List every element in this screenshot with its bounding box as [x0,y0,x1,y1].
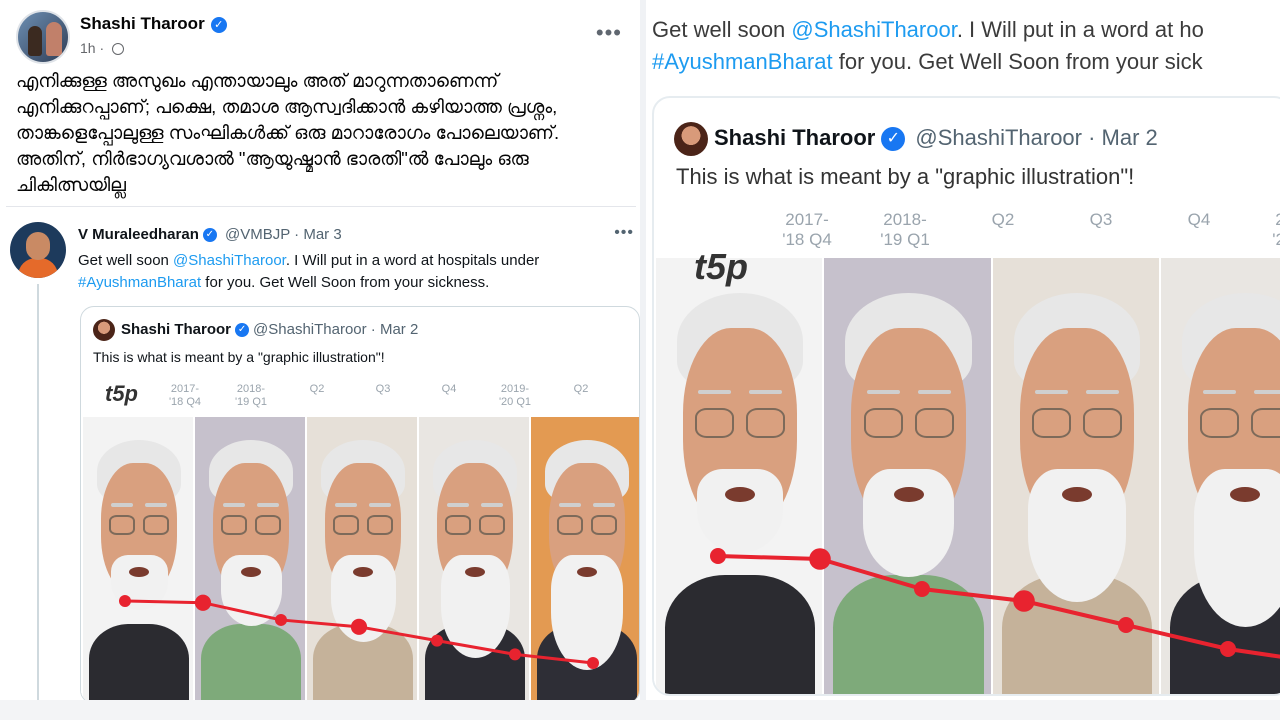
post-meta: 1h · [80,40,125,56]
author-name-row: Shashi Tharoor ✓ [80,14,227,34]
verified-icon: ✓ [210,16,227,33]
quoted-author-name[interactable]: Shashi Tharoor [121,321,231,338]
zoomed-view: Get well soon @ShashiTharoor. I Will put… [640,0,1280,720]
tweet-author-avatar[interactable] [10,222,66,278]
verified-icon: ✓ [202,228,217,243]
trend-point [1013,590,1035,612]
zoomed-quoted-avatar[interactable] [674,122,708,156]
tweet-more-icon[interactable]: ••• [614,224,634,242]
trend-line-svg [119,594,599,669]
post-header: Shashi Tharoor ✓ 1h · ••• [16,8,626,64]
zoomed-quoted-author-name[interactable]: Shashi Tharoor [714,125,875,150]
quoted-handle-date: @ShashiTharoor · Mar 2 [253,320,419,338]
trend-point [509,648,521,661]
trend-point [1118,617,1134,633]
trend-point [1220,641,1236,657]
tweet-text-mid: . I Will put in a word at hospitals unde… [285,252,540,269]
hashtag-link[interactable]: #AyushmanBharat [78,274,201,291]
facebook-post: Shashi Tharoor ✓ 1h · ••• എനിക്കുള്ള അസുഖ… [0,0,640,720]
zoomed-quoted-header: Shashi Tharoor ✓ @ShashiTharoor · Mar 2 [674,122,1158,156]
tweet-text-pre: Get well soon [78,252,174,269]
zoomed-hashtag-link[interactable]: #AyushmanBharat [652,49,833,74]
quoted-header: Shashi Tharoor ✓ @ShashiTharoor · Mar 2 [93,319,418,341]
trend-point [194,594,212,611]
zoomed-mention-link[interactable]: @ShashiTharoor [791,17,956,42]
post-more-menu-icon[interactable]: ••• [596,20,622,46]
zoomed-quoted-text: This is what is meant by a "graphic illu… [676,164,1135,189]
author-avatar[interactable] [16,10,70,64]
tweet-author-name[interactable]: V Muraleedharan [78,226,199,243]
trend-line-svg [710,548,1280,659]
trend-point [119,595,131,607]
trend-line [717,554,1280,659]
zoomed-growth-chart: 2017- '18 Q42018- '19 Q1Q2Q3Q42019- '20 … [654,210,1280,694]
quoted-author-avatar[interactable] [93,319,115,341]
zoomed-quoted-tweet[interactable]: Shashi Tharoor ✓ @ShashiTharoor · Mar 2 Th… [652,96,1280,696]
verified-icon: ✓ [881,127,906,151]
trend-point [914,581,930,597]
verified-icon: ✓ [235,323,250,337]
mention-link[interactable]: @ShashiTharoor [173,252,286,269]
bottom-strip [0,700,1280,720]
quoted-tweet[interactable]: Shashi Tharoor ✓ @ShashiTharoor · Mar 2 Th… [80,306,640,704]
thread-line [37,284,39,718]
trend-point [809,548,831,570]
trend-point [431,634,443,647]
trend-point [587,657,599,669]
tweet-text-post: for you. Get Well Soon from your sicknes… [201,274,490,291]
divider [6,206,636,207]
trend-point [350,618,368,635]
zoomed-quoted-handle-date: @ShashiTharoor · Mar 2 [915,124,1158,150]
tweet-header: V Muraleedharan ✓ @VMBJP · Mar 3 [78,226,342,243]
quoted-text: This is what is meant by a "graphic illu… [93,349,385,365]
zoomed-text-pre: Get well soon [652,17,792,42]
tweet-handle-date: @VMBJP · Mar 3 [225,226,342,243]
globe-icon [112,43,125,56]
zoomed-text-line2: for you. Get Well Soon from your sick [832,49,1203,74]
embedded-tweet[interactable]: V Muraleedharan ✓ @VMBJP · Mar 3 ••• Get … [6,210,640,720]
author-name[interactable]: Shashi Tharoor [80,14,205,33]
zoomed-text-post: . I Will put in a word at ho [956,17,1204,42]
post-time[interactable]: 1h [80,40,96,56]
tweet-text: Get well soon @ShashiTharoor. I Will put… [78,250,618,294]
post-text: എനിക്കുള്ള അസുഖം എന്തായാലും അത് മാറുന്നത… [16,70,560,195]
screenshot-composite: Shashi Tharoor ✓ 1h · ••• എനിക്കുള്ള അസുഖ… [0,0,1280,720]
trend-point [275,613,287,626]
growth-chart: 2017- '18 Q4 2018- '19 Q1 Q2 Q3 Q4 2019- '20 … [81,381,639,703]
trend-point [710,548,726,564]
zoomed-tweet-text: Get well soon @ShashiTharoor. I Will put… [652,14,1280,78]
